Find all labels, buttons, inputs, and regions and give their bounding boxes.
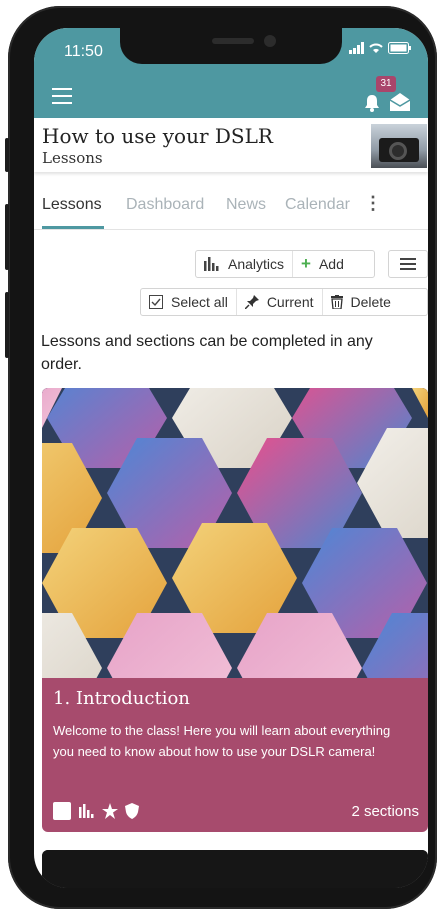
lesson-cover-image <box>42 850 428 888</box>
lesson-card-next[interactable] <box>42 850 428 888</box>
shield-icon[interactable] <box>125 803 139 819</box>
notification-count-badge: 31 <box>376 76 396 92</box>
current-label: Current <box>266 294 314 310</box>
front-camera <box>264 35 276 47</box>
plus-icon: + <box>301 254 311 273</box>
tab-calendar[interactable]: Calendar <box>285 196 350 214</box>
tab-dashboard[interactable]: Dashboard <box>126 196 204 214</box>
analytics-button[interactable]: Analytics <box>196 251 292 277</box>
delete-button[interactable]: Delete <box>323 289 399 315</box>
course-title: How to use your DSLR <box>42 124 273 148</box>
checkbox-checked-icon <box>149 295 163 309</box>
pin-icon <box>244 295 259 309</box>
lesson-cover-image <box>42 388 428 678</box>
add-button[interactable]: + Add <box>293 251 352 277</box>
envelope-open-icon[interactable] <box>389 92 411 112</box>
trash-icon <box>330 295 343 309</box>
delete-label: Delete <box>350 294 391 310</box>
list-icon <box>400 258 416 270</box>
course-subtitle: Lessons <box>42 149 103 167</box>
volume-up-button <box>5 204 9 270</box>
camera-notch <box>120 28 342 64</box>
phone-frame: 11:50 31 How to use your DSLR Lessons Le… <box>5 6 437 909</box>
lesson-card[interactable]: 1. Introduction Welcome to the class! He… <box>42 388 428 832</box>
menu-icon[interactable] <box>52 88 72 104</box>
active-tab-indicator <box>42 226 104 229</box>
app-screen: 11:50 31 How to use your DSLR Lessons Le… <box>34 28 428 888</box>
select-all-label: Select all <box>171 294 228 310</box>
wifi-icon <box>369 43 383 53</box>
bar-chart-icon[interactable] <box>79 804 95 818</box>
more-vertical-icon[interactable]: ⋮ <box>364 194 382 212</box>
status-icons <box>349 42 412 54</box>
select-all-button[interactable]: Select all <box>141 289 236 315</box>
status-time: 11:50 <box>64 43 103 60</box>
app-bar: 31 <box>34 74 428 118</box>
add-label: Add <box>318 256 344 272</box>
status-bar: 11:50 <box>34 28 428 74</box>
current-button[interactable]: Current <box>237 289 322 315</box>
speaker-grille <box>212 38 254 44</box>
bar-chart-icon <box>204 257 219 271</box>
analytics-label: Analytics <box>228 256 285 272</box>
bell-icon[interactable] <box>363 94 381 112</box>
tab-news[interactable]: News <box>226 196 266 214</box>
selection-toolbar: Select all Current Delete <box>140 288 428 316</box>
lesson-description: Welcome to the class! Here you will lear… <box>53 723 391 759</box>
list-view-button[interactable] <box>388 250 428 278</box>
battery-icon <box>388 42 411 54</box>
signal-icon <box>349 42 364 54</box>
star-icon[interactable] <box>102 803 118 819</box>
lesson-checkbox[interactable] <box>53 802 71 820</box>
side-button <box>5 138 9 172</box>
tab-bar: Lessons Dashboard News Calendar ⋮ <box>34 186 428 230</box>
course-thumbnail <box>371 124 427 168</box>
lesson-footer: 2 sections <box>53 802 419 824</box>
intro-text: Lessons and sections can be completed in… <box>41 333 373 373</box>
tab-lessons[interactable]: Lessons <box>42 196 102 214</box>
volume-down-button <box>5 292 9 358</box>
course-header: How to use your DSLR Lessons <box>34 118 428 172</box>
lesson-title: 1. Introduction <box>53 688 190 709</box>
sections-count: 2 sections <box>351 803 419 820</box>
analytics-add-group: Analytics + Add <box>195 250 375 278</box>
